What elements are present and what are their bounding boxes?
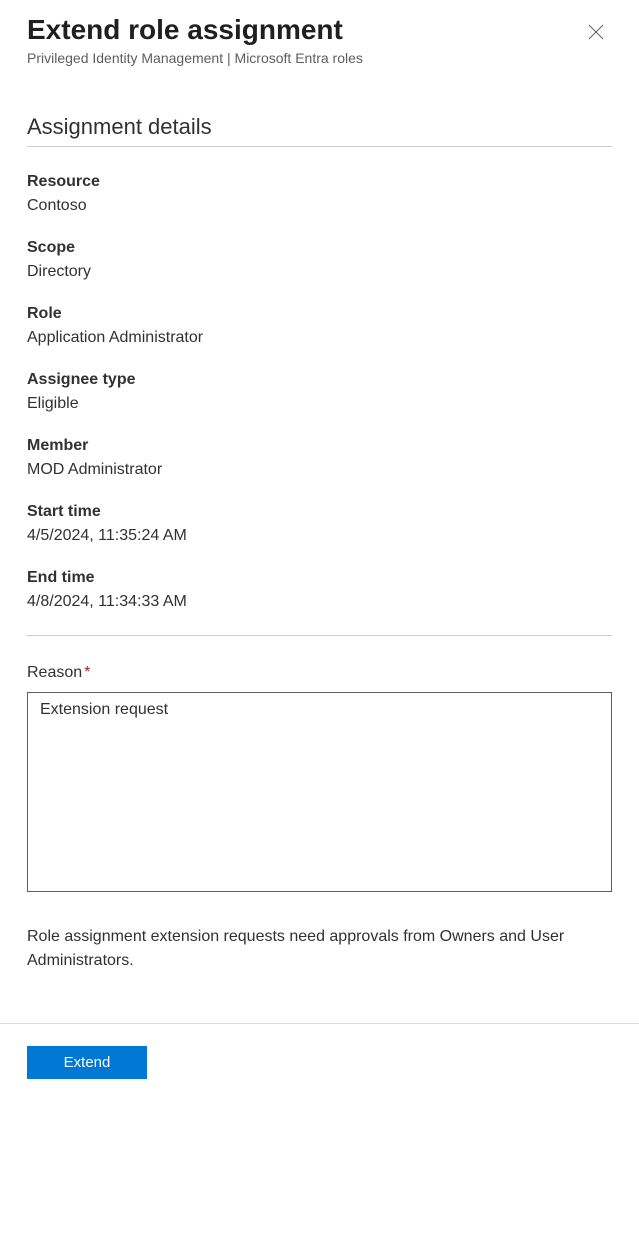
field-resource: Resource Contoso: [27, 173, 612, 215]
field-value: MOD Administrator: [27, 461, 162, 478]
field-label: Resource: [27, 173, 612, 191]
reason-input[interactable]: [27, 692, 612, 892]
field-role: Role Application Administrator: [27, 305, 612, 347]
field-value: Eligible: [27, 395, 79, 412]
info-text: Role assignment extension requests need …: [27, 925, 612, 973]
field-member: Member MOD Administrator: [27, 437, 612, 479]
field-label: End time: [27, 569, 612, 587]
field-label: Start time: [27, 503, 612, 521]
close-icon: [588, 24, 604, 40]
extend-button[interactable]: Extend: [27, 1046, 147, 1079]
field-label: Member: [27, 437, 612, 455]
field-value: 4/5/2024, 11:35:24 AM: [27, 527, 187, 544]
field-assignee-type: Assignee type Eligible: [27, 371, 612, 413]
field-scope: Scope Directory: [27, 239, 612, 281]
required-marker: *: [84, 664, 90, 681]
field-value: Application Administrator: [27, 329, 203, 346]
reason-label: Reason*: [27, 664, 612, 682]
field-start-time: Start time 4/5/2024, 11:35:24 AM: [27, 503, 612, 545]
footer: Extend: [0, 1023, 639, 1101]
field-end-time: End time 4/8/2024, 11:34:33 AM: [27, 569, 612, 611]
field-label: Role: [27, 305, 612, 323]
field-label: Scope: [27, 239, 612, 257]
breadcrumb: Privileged Identity Management | Microso…: [27, 50, 612, 66]
reason-label-text: Reason: [27, 664, 82, 681]
field-value: 4/8/2024, 11:34:33 AM: [27, 593, 187, 610]
field-value: Directory: [27, 263, 91, 280]
close-button[interactable]: [580, 16, 612, 48]
field-label: Assignee type: [27, 371, 612, 389]
divider: [27, 635, 612, 636]
page-title: Extend role assignment: [27, 12, 343, 47]
field-value: Contoso: [27, 197, 87, 214]
section-title: Assignment details: [27, 114, 612, 147]
